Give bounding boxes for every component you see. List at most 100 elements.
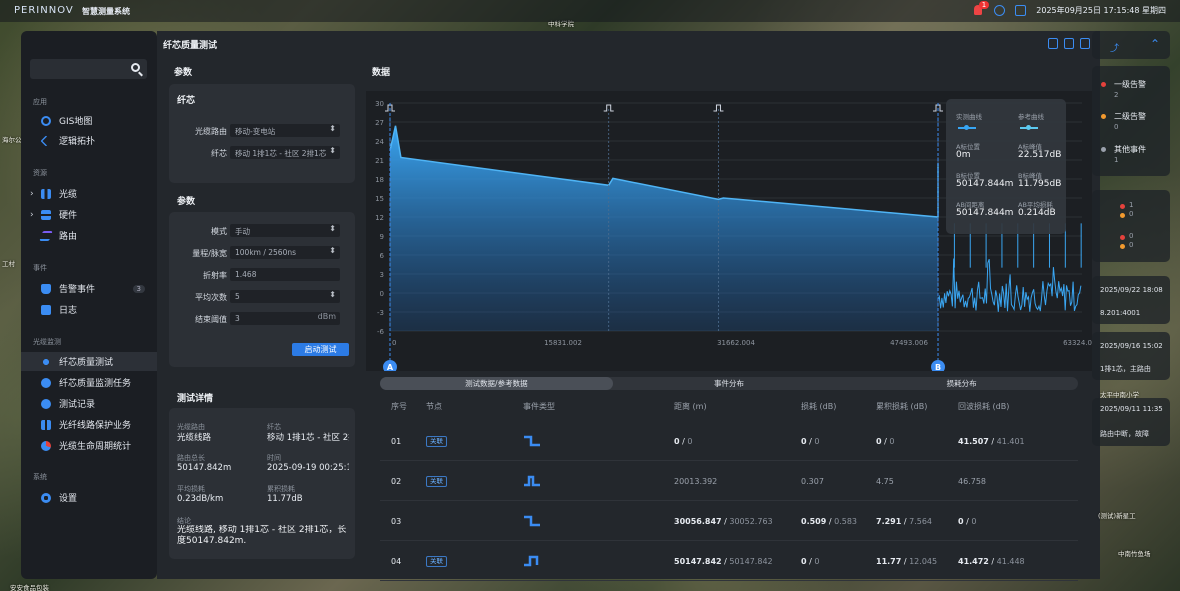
pie-icon	[41, 440, 51, 451]
sidebar-item-topology[interactable]: 逻辑拓扑	[21, 131, 157, 150]
search-icon[interactable]	[131, 63, 140, 72]
record-icon	[41, 398, 51, 409]
tab-test-data[interactable]: 测试数据/参考数据	[380, 377, 613, 390]
event-time: 2025/09/22 18:08	[1100, 286, 1163, 294]
loss-cell: 0.307	[801, 477, 824, 486]
row-index: 03	[391, 517, 402, 526]
bell-icon[interactable]: 1	[972, 1, 990, 16]
params-section-header: 参数	[177, 197, 196, 207]
status-dot	[1120, 204, 1125, 209]
cum-loss-cell: 4.75	[876, 477, 894, 486]
trace-area	[390, 125, 939, 331]
sidebar-item-settings[interactable]: 设置	[21, 488, 157, 507]
detail-label: 时间	[267, 454, 281, 462]
route-select[interactable]: 移动-变电站 ⬍	[230, 124, 340, 137]
cum-loss-cell: 11.77 / 12.045	[876, 557, 938, 566]
share-icon[interactable]: ⤴	[1110, 41, 1119, 54]
sidebar-item-gis[interactable]: GIS地图	[21, 111, 157, 130]
y-tick-label: -6	[377, 328, 385, 336]
tab-loss-distribution[interactable]: 损耗分布	[845, 377, 1078, 390]
y-tick-label: 21	[375, 157, 384, 165]
detail-label: 路由总长	[177, 454, 205, 462]
legend-measured: 实测曲线	[956, 113, 982, 121]
event-card[interactable]: 2025/09/16 15:02 1排1芯，主路由	[1092, 332, 1170, 380]
screen-icon[interactable]	[1015, 4, 1027, 16]
y-tick-label: 0	[380, 290, 384, 298]
section-resources: 资源	[33, 169, 47, 177]
y-tick-label: 9	[380, 233, 384, 241]
server-icon	[41, 209, 51, 220]
average-label: 平均次数	[195, 293, 227, 302]
export-icon[interactable]	[1048, 38, 1058, 49]
updown-icon: ⬍	[329, 146, 336, 155]
sidebar-item-quality-task[interactable]: 纤芯质量监测任务	[21, 373, 157, 392]
loss-cell: 0 / 0	[801, 437, 820, 446]
map-label: 工村	[2, 260, 15, 268]
link-tag[interactable]: 关联	[426, 436, 447, 447]
y-tick-label: -3	[377, 309, 384, 317]
col-header-distance: 距离 (m)	[674, 402, 707, 411]
table-row[interactable]: 03 30056.847 / 30052.763 0.509 / 0.583 7…	[380, 501, 1078, 541]
updown-icon: ⬍	[329, 290, 336, 299]
system-title: 智慧测量系统	[82, 7, 130, 16]
search-input[interactable]	[30, 59, 147, 79]
report-icon[interactable]	[1064, 38, 1074, 49]
updown-icon: ⬍	[329, 224, 336, 233]
table-row[interactable]: 02 关联 20013.392 0.307 4.75 46.758	[380, 461, 1078, 501]
link-tag[interactable]: 关联	[426, 556, 447, 567]
map-label: 安安食品包装	[10, 584, 49, 591]
save-icon[interactable]	[1080, 38, 1090, 49]
status-dot	[1120, 213, 1125, 218]
sidebar-item-quality-test[interactable]: 纤芯质量测试	[21, 352, 157, 371]
row-index: 01	[391, 437, 402, 446]
legend-value: 0m	[956, 150, 971, 160]
status-counts-card: 1 0 0 0	[1092, 190, 1170, 262]
core-select[interactable]: 移动 1排1芯 - 社区 2排1芯 ⬍	[230, 146, 340, 159]
y-tick-label: 12	[375, 214, 384, 222]
mode-select[interactable]: 手动 ⬍	[230, 224, 340, 237]
link-tag[interactable]: 关联	[426, 476, 447, 487]
status-count: 1	[1129, 201, 1134, 209]
refraction-input[interactable]: 1.468	[230, 268, 340, 281]
settings-icon[interactable]	[994, 4, 1006, 16]
tab-event-distribution[interactable]: 事件分布	[613, 377, 846, 390]
legend-value: 22.517dB	[1018, 150, 1062, 160]
event-card[interactable]: 2025/09/22 18:08 8.201:4001	[1092, 276, 1170, 324]
col-header-return-loss: 回波损耗 (dB)	[958, 402, 1010, 411]
sidebar-item-lifecycle[interactable]: 光缆生命周期统计	[21, 436, 157, 455]
alarm1-label: 一级告警	[1114, 80, 1146, 89]
data-header: 数据	[372, 68, 391, 78]
sidebar-item-test-record[interactable]: 测试记录	[21, 394, 157, 413]
status-dot	[1120, 235, 1125, 240]
event-card[interactable]: 2025/09/11 11:35 路由中断，故障	[1092, 398, 1170, 446]
chevron-up-icon[interactable]: ⌃	[1150, 37, 1160, 51]
end-threshold-input[interactable]: 3 dBm	[230, 312, 340, 325]
range-select[interactable]: 100km / 2560ns ⬍	[230, 246, 340, 259]
event-desc: 路由中断，故障	[1100, 430, 1149, 438]
gear-icon	[41, 492, 51, 503]
protection-icon	[41, 419, 51, 430]
sidebar-item-protection[interactable]: 光纤线路保护业务	[21, 415, 157, 434]
return-loss-cell: 41.472 / 41.448	[958, 557, 1025, 566]
start-test-button[interactable]: 启动测试	[292, 343, 349, 356]
other-label: 其他事件	[1114, 145, 1146, 154]
sidebar-item-hardware[interactable]: › 硬件	[21, 205, 157, 224]
section-events: 事件	[33, 264, 47, 272]
details-card: 光缆路由 光缆线路 纤芯 移动 1排1芯 - 社区 2排1芯 路由总长 5014…	[169, 408, 355, 559]
detail-value: 50147.842m	[177, 463, 232, 473]
reference-line-swatch	[1020, 125, 1038, 130]
chevron-right-icon: ›	[30, 188, 34, 199]
params-card: 模式 手动 ⬍ 量程/脉宽 100km / 2560ns ⬍ 折射率 1.468 平…	[169, 212, 355, 367]
sidebar-item-route[interactable]: 路由	[21, 226, 157, 245]
sidebar-item-alarm[interactable]: 告警事件 3	[21, 279, 157, 298]
event-time: 2025/09/16 15:02	[1100, 342, 1163, 350]
sidebar-item-cable[interactable]: › 光缆	[21, 184, 157, 203]
average-select[interactable]: 5 ⬍	[230, 290, 340, 303]
status-count: 0	[1129, 241, 1134, 249]
cursor-label-b: B	[935, 363, 941, 371]
y-tick-label: 24	[375, 138, 384, 146]
table-row[interactable]: 04 关联 50147.842 / 50147.842 0 / 0 11.77 …	[380, 541, 1078, 581]
sidebar-item-log[interactable]: 日志	[21, 300, 157, 319]
x-tick-label: 63324.009	[1063, 339, 1092, 347]
table-row[interactable]: 01 关联 0 / 0 0 / 0 0 / 0 41.507 / 41.401	[380, 421, 1078, 461]
